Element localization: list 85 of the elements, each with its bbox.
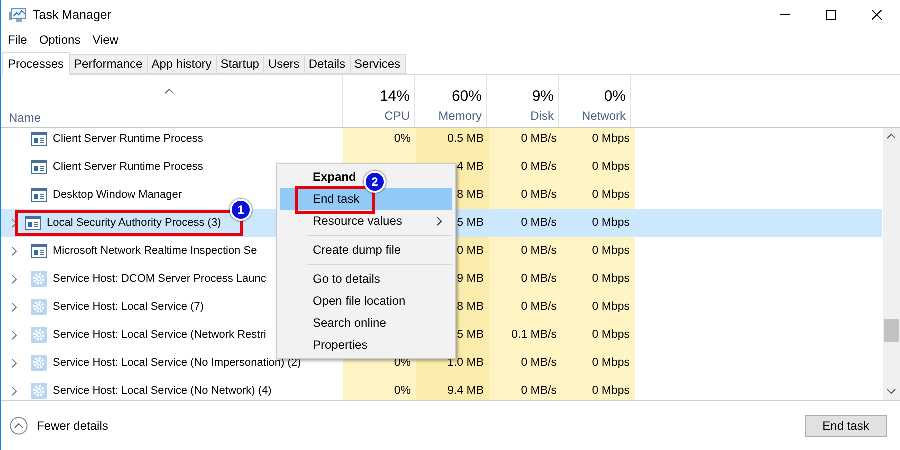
step-badge: 2: [364, 171, 386, 193]
process-name[interactable]: Local Security Authority Process (3): [47, 217, 222, 229]
gear-icon: [31, 271, 47, 287]
scroll-down-icon: [887, 389, 896, 394]
table-cell: 0 MB/s: [489, 181, 562, 209]
menu-item[interactable]: Expand: [280, 166, 360, 188]
window-icon: [31, 244, 47, 258]
tab[interactable]: Processes: [2, 52, 70, 75]
table-cell: 0 Mbps: [562, 377, 635, 400]
tab[interactable]: Services: [350, 54, 406, 74]
process-name[interactable]: Service Host: Local Service (No Network) (4): [53, 385, 272, 397]
step-badge: 1: [230, 199, 252, 221]
table-cell: 9.4 MB: [416, 377, 489, 400]
table-cell: 0 Mbps: [562, 181, 635, 209]
gear-icon: [31, 327, 47, 343]
column-header[interactable]: CPU: [384, 109, 410, 123]
tab[interactable]: Details: [304, 54, 350, 74]
table-cell: 0 Mbps: [562, 128, 635, 153]
collapse-icon: [10, 416, 28, 434]
gear-icon: [31, 299, 47, 315]
column-header[interactable]: Memory: [438, 109, 482, 123]
menu-item[interactable]: Open file location: [280, 290, 410, 312]
table-cell: 0%: [343, 377, 416, 400]
process-name[interactable]: Service Host: Local Service (7): [53, 301, 204, 313]
fewer-details-link[interactable]: Fewer details: [10, 416, 108, 434]
table-cell-text: 0 MB/s: [520, 216, 558, 231]
table-cell: 0 MB/s: [489, 293, 562, 321]
table-cell: 0 MB/s: [489, 349, 562, 377]
table-cell: 0 Mbps: [562, 321, 635, 349]
tab[interactable]: Users: [264, 54, 305, 74]
menu-item[interactable]: Go to details: [280, 268, 384, 290]
end-task-button[interactable]: End task: [805, 414, 887, 436]
scroll-up-icon: [887, 134, 896, 139]
table-cell: 0 MB/s: [489, 377, 562, 400]
table-cell-text: 5 MB: [456, 216, 485, 231]
menu-item[interactable]: View: [92, 33, 118, 47]
gear-icon: [31, 355, 47, 371]
scrollbar[interactable]: [883, 128, 900, 400]
process-name[interactable]: Client Server Runtime Process: [53, 161, 204, 173]
app-icon: [9, 7, 27, 23]
menu-item[interactable]: Create dump file: [280, 239, 406, 261]
menu-item[interactable]: End task: [280, 188, 452, 210]
process-name[interactable]: Client Server Runtime Process: [53, 133, 204, 145]
table-cell: 0.5 MB: [416, 128, 489, 153]
menu-item[interactable]: Search online: [280, 312, 390, 334]
table-cell: 0 MB/s: [489, 128, 562, 153]
window-title: Task Manager: [33, 8, 112, 22]
table-cell-text: 0 Mbps: [591, 216, 631, 231]
table-cell: 0 MB/s: [489, 153, 562, 181]
table-cell: 0 Mbps: [562, 237, 635, 265]
process-name[interactable]: Desktop Window Manager: [53, 189, 182, 201]
column-header[interactable]: Disk: [530, 109, 554, 123]
table-cell: 0 MB/s: [489, 265, 562, 293]
usage-percent: 14%: [380, 88, 410, 105]
process-name[interactable]: Microsoft Network Realtime Inspection Se: [53, 245, 258, 257]
column-header[interactable]: Network: [582, 109, 626, 123]
process-name[interactable]: Service Host: Local Service (Network Restri: [53, 329, 266, 341]
usage-percent: 60%: [452, 88, 482, 105]
table-cell: 0 Mbps: [562, 265, 635, 293]
tab[interactable]: Performance: [70, 54, 148, 74]
table-cell: 0%: [343, 128, 416, 153]
menu-item[interactable]: File: [8, 33, 28, 47]
column-header[interactable]: Name: [9, 111, 42, 125]
gear-icon: [31, 383, 47, 399]
table-cell: 0 Mbps: [562, 349, 635, 377]
close-icon: [872, 10, 882, 20]
table-cell: 0 Mbps: [562, 153, 635, 181]
process-name[interactable]: Service Host: DCOM Server Process Launc: [53, 273, 266, 285]
tab[interactable]: App history: [148, 54, 217, 74]
table-cell: 0.1 MB/s: [489, 321, 562, 349]
table-cell: 0 Mbps: [562, 293, 635, 321]
fewer-details-label[interactable]: Fewer details: [37, 418, 108, 432]
table-cell: 0 MB/s: [489, 237, 562, 265]
window-icon: [31, 132, 47, 146]
menu-item[interactable]: Resource values: [280, 210, 452, 232]
tab[interactable]: Startup: [216, 54, 264, 74]
menu-item[interactable]: Options: [39, 33, 81, 47]
window-icon: [25, 216, 41, 230]
usage-percent: 0%: [604, 88, 626, 105]
scroll-thumb[interactable]: [884, 319, 899, 342]
sort-icon: [165, 89, 174, 94]
maximize-icon: [826, 10, 836, 20]
usage-percent: 9%: [532, 88, 554, 105]
window-icon: [31, 160, 47, 174]
window-icon: [31, 188, 47, 202]
